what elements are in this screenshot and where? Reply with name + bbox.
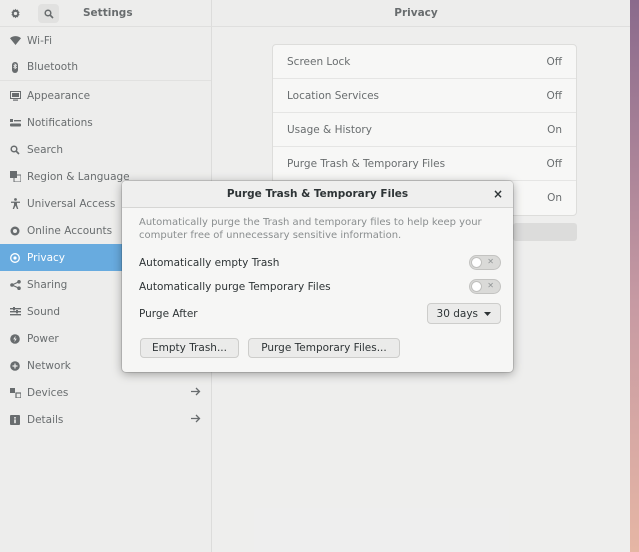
switch-knob: [471, 281, 482, 292]
auto-empty-trash-label: Automatically empty Trash: [139, 256, 280, 269]
switch-knob: [471, 257, 482, 268]
purge-after-dropdown[interactable]: 30 days: [426, 303, 501, 324]
dialog-title: Purge Trash & Temporary Files: [226, 188, 409, 200]
purge-after-label: Purge After: [139, 307, 198, 320]
close-icon[interactable]: ×: [493, 187, 503, 201]
auto-empty-trash-row: Automatically empty Trash ✕: [139, 255, 501, 270]
empty-trash-button[interactable]: Empty Trash...: [140, 338, 239, 358]
purge-after-row: Purge After 30 days: [139, 303, 501, 324]
auto-purge-temp-switch[interactable]: ✕: [469, 279, 501, 294]
dialog-header: Purge Trash & Temporary Files ×: [122, 181, 513, 208]
auto-empty-trash-switch[interactable]: ✕: [469, 255, 501, 270]
auto-purge-temp-label: Automatically purge Temporary Files: [139, 280, 331, 293]
dropdown-arrow-icon: [484, 311, 491, 316]
dialog-description: Automatically purge the Trash and tempor…: [139, 217, 482, 241]
purge-dialog: Purge Trash & Temporary Files × Automati…: [122, 181, 513, 372]
off-icon: ✕: [487, 257, 494, 266]
purge-after-value: 30 days: [436, 307, 478, 320]
purge-temp-files-button[interactable]: Purge Temporary Files...: [248, 338, 400, 358]
settings-window: Settings Privacy – ⤢ × Wi-Fi Bluetooth A…: [0, 0, 630, 552]
off-icon: ✕: [487, 281, 494, 290]
auto-purge-temp-row: Automatically purge Temporary Files ✕: [139, 279, 501, 294]
